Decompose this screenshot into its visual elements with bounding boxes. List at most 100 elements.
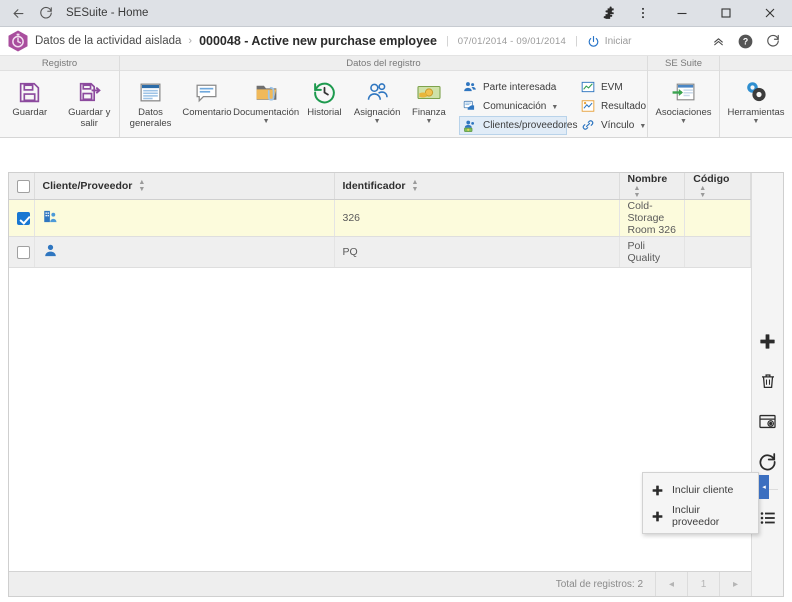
sort-icon[interactable]: ▲ ▼ — [699, 185, 706, 199]
prev-page-button[interactable]: ◂ — [655, 571, 687, 596]
ribbon-group-titles: Registro Datos del registro SE Suite — [0, 56, 792, 71]
refresh-icon[interactable] — [766, 34, 780, 48]
asignacion-button[interactable]: Asignación ▼ — [349, 75, 405, 125]
ribbon-group-title-registro: Registro — [0, 56, 120, 71]
evm-button[interactable]: EVM — [577, 78, 643, 96]
historial-button[interactable]: Historial — [299, 75, 349, 118]
menu-anchor-arrow[interactable]: ◂ — [759, 475, 769, 499]
breadcrumb-parent[interactable]: Datos de la actividad aislada — [35, 35, 181, 47]
row-type-cell — [34, 199, 335, 237]
browser-titlebar-left: SESuite - Home — [0, 5, 592, 22]
chevron-down-icon[interactable]: ▼ — [263, 118, 270, 125]
column-header-identificador[interactable]: Identificador ▲ ▼ — [334, 173, 620, 200]
herramientas-label: Herramientas — [727, 107, 785, 118]
asociaciones-button[interactable]: Asociaciones ▼ — [648, 75, 719, 125]
column-label: Nombre — [627, 173, 668, 185]
preview-button[interactable] — [755, 408, 781, 434]
clientes-proveedores-button[interactable]: Clientes/proveedores — [458, 116, 577, 135]
menu-item-incluir-cliente[interactable]: Incluir cliente — [643, 477, 758, 503]
associations-icon — [671, 78, 696, 106]
ribbon-group-sesuite: Asociaciones ▼ — [648, 71, 720, 137]
row-nombre: Cold-Storage Room 326 — [619, 199, 686, 237]
current-page-label[interactable]: 1 — [687, 571, 719, 596]
vinculo-button[interactable]: Vínculo ▼ — [577, 116, 646, 134]
refresh-button[interactable] — [755, 448, 781, 474]
asociaciones-label: Asociaciones — [655, 107, 712, 118]
browser-titlebar: SESuite - Home — [0, 0, 792, 27]
chevron-down-icon[interactable]: ▼ — [551, 104, 558, 111]
svg-text:?: ? — [743, 36, 748, 46]
row-select-cell[interactable] — [9, 236, 35, 268]
row-checkbox[interactable] — [17, 211, 30, 225]
next-page-button[interactable]: ▸ — [719, 571, 751, 596]
comentario-button[interactable]: Comentario — [181, 75, 233, 118]
chevron-down-icon[interactable]: ▼ — [425, 118, 432, 125]
header-divider-2: | — [574, 35, 578, 47]
select-all-header[interactable] — [9, 173, 35, 200]
save-and-exit-icon — [77, 78, 102, 106]
sort-icon[interactable]: ▲ ▼ — [412, 179, 419, 193]
ribbon-group-datos: Datos generales Comentario Documentación… — [120, 71, 648, 137]
close-button[interactable] — [748, 0, 792, 27]
save-icon — [17, 78, 42, 106]
chevron-up-icon[interactable] — [712, 35, 725, 48]
chevron-down-icon[interactable]: ▼ — [639, 123, 646, 130]
data-grid-main: Cliente/Proveedor ▲ ▼ Identificador ▲ ▼ Nomb… — [9, 173, 751, 596]
herramientas-button[interactable]: Herramientas ▼ — [720, 75, 792, 125]
select-all-checkbox[interactable] — [17, 179, 30, 193]
table-row[interactable]: 326 Cold-Storage Room 326 — [9, 199, 751, 237]
general-data-icon — [138, 78, 163, 106]
save-button[interactable]: Guardar — [0, 75, 60, 118]
total-records-label: Total de registros: 2 — [555, 578, 643, 590]
comunicacion-label: Comunicación — [482, 100, 547, 112]
add-button[interactable] — [755, 328, 781, 354]
menu-item-incluir-proveedor[interactable]: Incluir proveedor — [643, 503, 758, 529]
start-label[interactable]: Iniciar — [605, 36, 632, 47]
comment-icon — [194, 78, 219, 106]
chevron-down-icon[interactable]: ▼ — [680, 118, 687, 125]
parte-interesada-label: Parte interesada — [482, 81, 557, 93]
comunicacion-button[interactable]: Comunicación ▼ — [459, 97, 567, 115]
evm-chart-icon — [581, 80, 596, 95]
delete-button[interactable] — [755, 368, 781, 394]
chevron-down-icon[interactable]: ▼ — [753, 118, 760, 125]
documentacion-button[interactable]: Documentación ▼ — [233, 75, 300, 125]
minimize-button[interactable] — [660, 0, 704, 27]
maximize-button[interactable] — [704, 0, 748, 27]
stopwatch-hexagon-logo — [8, 30, 28, 52]
table-header-row: Cliente/Proveedor ▲ ▼ Identificador ▲ ▼ Nomb… — [9, 173, 751, 200]
tools-gears-icon — [743, 78, 769, 106]
resultado-button[interactable]: Resultado — [577, 97, 646, 115]
menu-item-label: Incluir cliente — [672, 484, 734, 496]
reload-icon[interactable] — [37, 5, 54, 22]
datos-generales-button[interactable]: Datos generales — [120, 75, 181, 129]
row-select-cell[interactable] — [9, 199, 35, 237]
row-checkbox[interactable] — [17, 245, 30, 259]
column-header-codigo[interactable]: Código▲ ▼ — [684, 173, 751, 200]
date-range: 07/01/2014 - 09/01/2014 — [457, 35, 566, 47]
kebab-menu-icon[interactable] — [626, 0, 660, 27]
puzzle-icon[interactable] — [592, 0, 626, 27]
parte-interesada-button[interactable]: Parte interesada — [459, 78, 567, 96]
save-and-exit-button[interactable]: Guardar y salir — [60, 75, 120, 129]
client-building-icon — [43, 209, 58, 224]
finanza-button[interactable]: Finanza ▼ — [405, 75, 453, 125]
help-circle-icon[interactable]: ? — [738, 34, 753, 49]
supplier-person-icon — [43, 243, 58, 258]
table-row[interactable]: PQ Poli Quality — [9, 236, 751, 268]
column-header-nombre[interactable]: Nombre▲ ▼ — [619, 173, 686, 200]
sort-icon[interactable]: ▲ ▼ — [138, 179, 145, 193]
column-header-cliente-proveedor[interactable]: Cliente/Proveedor ▲ ▼ — [34, 173, 335, 200]
ribbon: Registro Datos del registro SE Suite Gua… — [0, 56, 792, 138]
sort-icon[interactable]: ▲ ▼ — [634, 185, 641, 199]
chevron-down-icon[interactable]: ▼ — [374, 118, 381, 125]
link-icon — [581, 118, 596, 133]
plus-icon — [651, 484, 664, 497]
clients-suppliers-icon — [463, 118, 478, 133]
browser-title: SESuite - Home — [66, 7, 149, 19]
row-identificador: 326 — [334, 199, 620, 237]
back-arrow-icon[interactable] — [10, 5, 27, 22]
application-window: Datos de la actividad aislada › 000048 -… — [0, 27, 792, 602]
power-icon[interactable] — [587, 35, 600, 48]
stakeholders-icon — [463, 80, 478, 95]
